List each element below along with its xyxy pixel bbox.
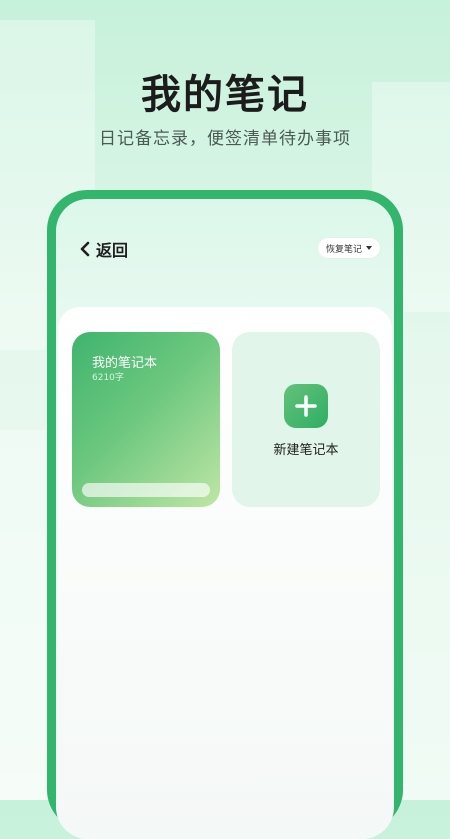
back-button[interactable]: 返回 bbox=[78, 237, 128, 261]
notebook-card[interactable]: 我的笔记本 6210字 bbox=[72, 332, 220, 507]
plus-button-bg bbox=[284, 384, 328, 428]
new-notebook-button[interactable]: 新建笔记本 bbox=[232, 332, 380, 507]
hero-subtitle: 日记备忘录，便签清单待办事项 bbox=[99, 129, 351, 149]
notebook-word-count: 6210字 bbox=[92, 373, 124, 383]
phone-screen: 返回 恢复笔记 我的笔记本 6210字 新建笔记本 bbox=[56, 199, 394, 839]
hero-title: 我的笔记 bbox=[141, 72, 309, 118]
notebook-title: 我的笔记本 bbox=[92, 356, 158, 371]
chevron-left-icon bbox=[80, 241, 90, 257]
plus-icon bbox=[295, 395, 317, 417]
restore-notes-button[interactable]: 恢复笔记 bbox=[318, 238, 381, 258]
notebook-card-bar bbox=[82, 483, 210, 497]
back-label: 返回 bbox=[96, 241, 129, 260]
top-bar: 返回 恢复笔记 bbox=[56, 199, 394, 299]
phone-mockup: 返回 恢复笔记 我的笔记本 6210字 新建笔记本 bbox=[47, 190, 403, 839]
notebook-grid: 我的笔记本 6210字 新建笔记本 bbox=[58, 307, 392, 839]
caret-down-icon bbox=[366, 246, 373, 250]
new-notebook-label: 新建笔记本 bbox=[273, 443, 339, 458]
bg-decoration bbox=[0, 430, 48, 800]
restore-notes-label: 恢复笔记 bbox=[326, 244, 363, 255]
